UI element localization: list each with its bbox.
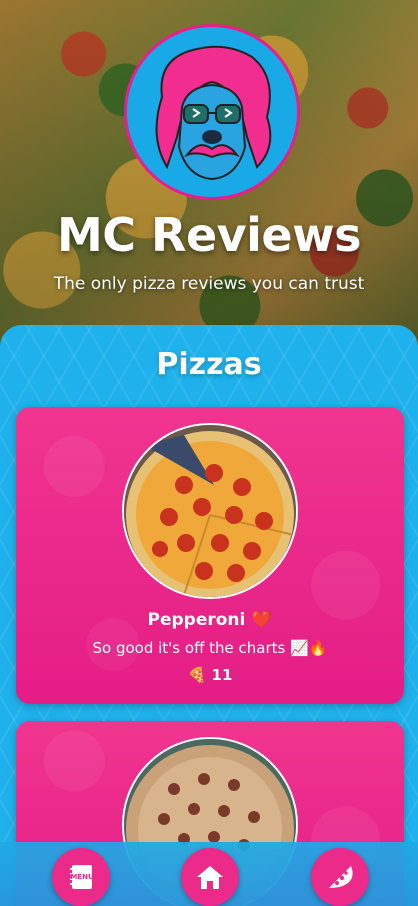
pizzas-section: Pizzas Pepperoni ❤️ So good it's off the… bbox=[0, 325, 418, 906]
bottom-nav: MENU bbox=[0, 842, 418, 906]
pizza-description: So good it's off the charts 📈🔥 bbox=[92, 639, 328, 657]
section-title: Pizzas bbox=[156, 347, 262, 382]
pizza-slice-icon: 🍕 bbox=[187, 666, 207, 684]
hero-banner: MC Reviews The only pizza reviews you ca… bbox=[0, 0, 418, 360]
dog-logo-icon bbox=[127, 27, 297, 197]
pizza-name: Pepperoni ❤️ bbox=[16, 610, 404, 630]
pizza-image bbox=[122, 423, 298, 599]
pizza-button[interactable] bbox=[311, 848, 369, 906]
app-subtitle: The only pizza reviews you can trust bbox=[53, 274, 365, 294]
pizza-name-text: Pepperoni bbox=[147, 610, 246, 630]
menu-button[interactable]: MENU bbox=[52, 848, 110, 906]
logo-avatar bbox=[124, 24, 300, 200]
home-button[interactable] bbox=[181, 848, 239, 906]
pizza-count-value: 11 bbox=[211, 666, 233, 684]
menu-label: MENU bbox=[70, 873, 94, 881]
heart-icon: ❤️ bbox=[251, 610, 273, 630]
pizza-count: 🍕 11 bbox=[16, 666, 404, 684]
home-icon bbox=[197, 866, 223, 889]
app-title: MC Reviews bbox=[57, 208, 362, 262]
pizza-slice-icon bbox=[329, 866, 353, 888]
pizza-card[interactable]: Pepperoni ❤️ So good it's off the charts… bbox=[16, 407, 404, 704]
menu-book-icon: MENU bbox=[70, 865, 94, 889]
pepperoni-pizza-image bbox=[124, 425, 296, 597]
